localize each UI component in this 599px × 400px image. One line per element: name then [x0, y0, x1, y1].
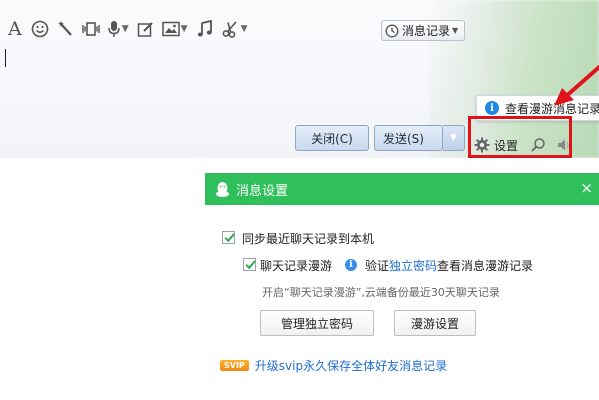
message-history-button[interactable]: 消息记录 ▼: [381, 20, 465, 41]
svip-upgrade-row: SVIP 升级svip永久保存全体好友消息记录: [220, 357, 447, 374]
verify-text: 验证独立密码查看消息漫游记录: [365, 257, 533, 274]
checkbox-icon: [245, 260, 256, 270]
chat-toolbar: A ▼ ▼ ▼: [0, 14, 300, 44]
svip-badge: SVIP: [220, 360, 249, 371]
tooltip-text: 查看漫游消息记录: [505, 101, 599, 116]
send-options-dropdown[interactable]: ▼: [443, 125, 465, 151]
roaming-label[interactable]: 聊天记录漫游: [260, 257, 332, 274]
chat-settings-row: 设置: [474, 134, 572, 156]
screen-shake-icon[interactable]: [81, 16, 101, 42]
scissors-icon[interactable]: ▼: [222, 16, 248, 42]
roaming-settings-button[interactable]: 漫游设置: [394, 310, 476, 336]
panel-header: 消息设置 ×: [205, 173, 599, 205]
verify-prefix: 验证: [365, 259, 390, 273]
sync-label[interactable]: 同步最近聊天记录到本机: [242, 230, 374, 247]
checkbox-icon: [224, 233, 235, 243]
clock-icon: [385, 24, 399, 37]
info-icon: i: [345, 259, 357, 271]
font-icon[interactable]: A: [8, 16, 22, 42]
close-button[interactable]: 关闭(C): [295, 125, 369, 151]
edit-icon[interactable]: [137, 16, 154, 42]
emoji-icon[interactable]: [31, 16, 49, 42]
message-settings-panel: 消息设置 × 同步最近聊天记录到本机 聊天记录漫游 i 验证独立密码查看消息漫游…: [205, 173, 599, 400]
chat-window: A ▼ ▼ ▼ 消息记录 ▼ i 查看漫游消息记录 关闭(C) 发送(S) ▼ …: [0, 0, 599, 158]
message-history-label: 消息记录: [402, 24, 451, 38]
image-icon[interactable]: ▼: [161, 16, 188, 42]
roaming-hint: 开启“聊天记录漫游”,云端备份最近30天聊天记录: [262, 286, 500, 299]
independent-password-link[interactable]: 独立密码: [389, 259, 437, 273]
settings-label[interactable]: 设置: [494, 137, 518, 154]
svip-upgrade-link[interactable]: 升级svip永久保存全体好友消息记录: [255, 357, 447, 374]
magic-wand-icon[interactable]: [57, 16, 74, 42]
search-icon[interactable]: [530, 137, 546, 153]
speaker-icon[interactable]: [556, 137, 572, 153]
verify-suffix: 查看消息漫游记录: [437, 259, 534, 273]
text-input-caret[interactable]: [5, 49, 6, 67]
chevron-down-icon: ▼: [452, 26, 459, 35]
roaming-tooltip: i 查看漫游消息记录: [476, 95, 599, 121]
penguin-icon: [216, 181, 229, 197]
roaming-checkbox[interactable]: [243, 258, 256, 271]
sync-checkbox[interactable]: [222, 231, 235, 244]
manage-password-button[interactable]: 管理独立密码: [260, 310, 374, 336]
music-icon[interactable]: [197, 16, 213, 42]
microphone-icon[interactable]: ▼: [107, 16, 129, 42]
send-button[interactable]: 发送(S): [374, 125, 443, 151]
close-icon[interactable]: ×: [580, 180, 593, 196]
info-icon: i: [485, 101, 499, 115]
gear-icon[interactable]: [474, 137, 490, 153]
panel-title: 消息设置: [236, 183, 289, 199]
